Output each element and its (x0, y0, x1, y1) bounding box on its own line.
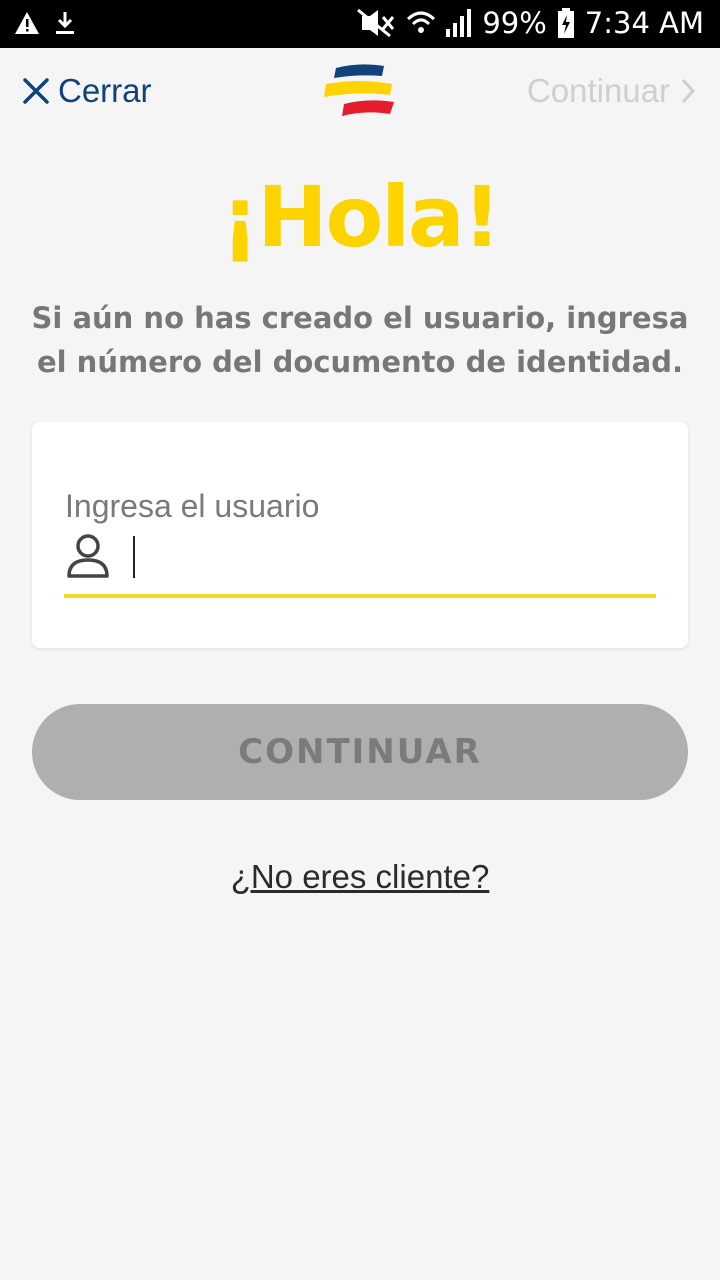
status-bar: 99% 7:34 AM (0, 0, 720, 48)
top-navigation: Cerrar Continuar (0, 48, 720, 138)
battery-charging-icon (557, 8, 574, 38)
warning-icon (15, 12, 39, 34)
username-input[interactable] (133, 536, 135, 578)
user-icon (67, 534, 109, 578)
close-label: Cerrar (58, 72, 152, 109)
not-client-link[interactable]: ¿No eres cliente? (0, 858, 720, 896)
close-button[interactable]: Cerrar (22, 72, 152, 110)
clock: 7:34 AM (584, 6, 704, 40)
login-card: Ingresa el usuario (32, 422, 688, 648)
bancolombia-logo (324, 64, 394, 116)
status-left-icons (14, 10, 76, 36)
chevron-right-icon (681, 78, 696, 104)
greeting-title: ¡Hola! (220, 168, 501, 266)
signal-icon (446, 9, 472, 37)
input-underline (64, 594, 656, 598)
mute-icon (357, 8, 395, 38)
close-icon (23, 78, 49, 104)
continue-nav-label: Continuar (526, 72, 670, 109)
status-right: 99% 7:34 AM (356, 6, 704, 40)
username-field-label: Ingresa el usuario (65, 488, 320, 524)
wifi-icon (407, 11, 436, 33)
continue-nav-button[interactable]: Continuar (527, 72, 696, 110)
continue-button[interactable]: CONTINUAR (32, 704, 688, 800)
battery-percentage: 99% (482, 6, 547, 40)
download-icon (56, 12, 74, 34)
instruction-text: Si aún no has creado el usuario, ingresa… (31, 301, 689, 379)
